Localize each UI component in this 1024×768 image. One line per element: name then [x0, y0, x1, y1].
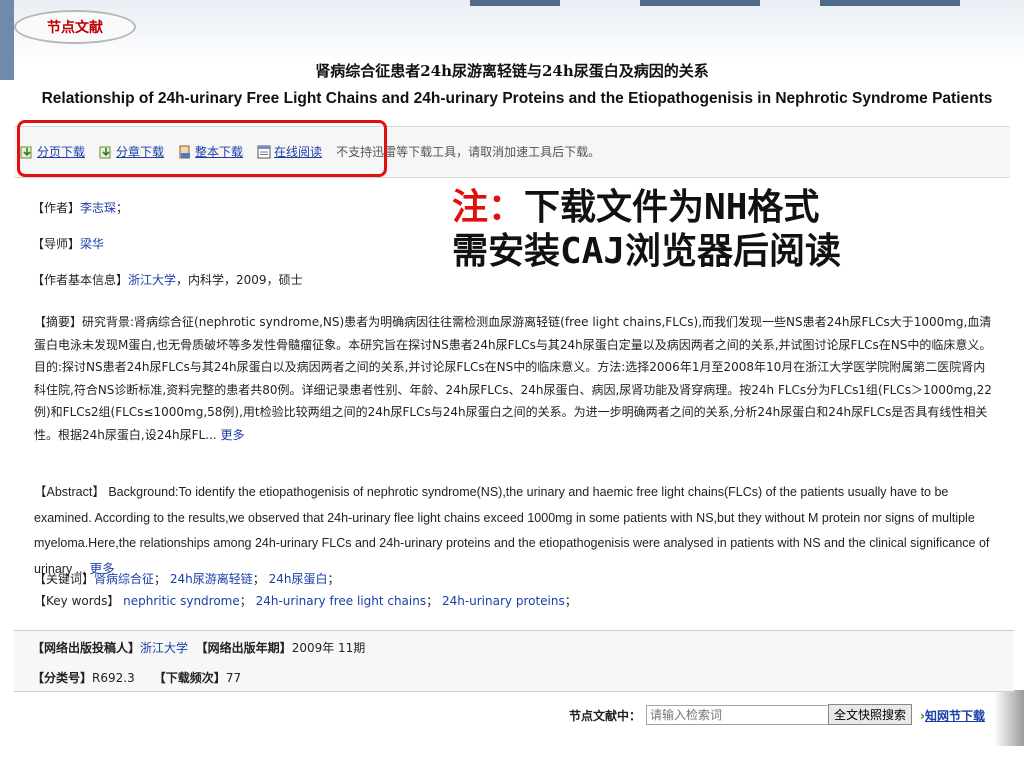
- publication-row: 【网络出版投稿人】浙江大学 【网络出版年期】2009年 11期: [32, 641, 366, 655]
- publication-info: 【网络出版投稿人】浙江大学 【网络出版年期】2009年 11期 【分类号】R69…: [14, 630, 1014, 692]
- classification-row: 【分类号】R692.3 【下载频次】77: [32, 671, 242, 685]
- keyword-link[interactable]: 24h-urinary proteins: [442, 594, 565, 608]
- title-english: Relationship of 24h-urinary Free Light C…: [41, 90, 993, 107]
- keyword-link[interactable]: 肾病综合征: [94, 572, 154, 586]
- article-meta: 【作者】李志琛； 【导师】梁华 【作者基本信息】浙江大学，内科学，2009，硕士: [32, 198, 303, 306]
- format-note-line2: 需安装CAJ浏览器后阅读: [452, 231, 842, 272]
- submitter-link[interactable]: 浙江大学: [140, 641, 188, 655]
- keyword-link[interactable]: 24h尿蛋白: [269, 572, 328, 586]
- keywords-block: 【关键词】肾病综合征； 24h尿游离轻链； 24h尿蛋白； 【Key words…: [34, 568, 577, 612]
- background-decor: [640, 0, 760, 6]
- abstract-english: 【Abstract】 Background:To identify the et…: [34, 485, 990, 576]
- background-decor: [820, 0, 960, 6]
- keywords-en-row: 【Key words】 nephritic syndrome； 24h-urin…: [34, 594, 577, 608]
- search-bar: 节点文献中： 全文快照搜索 ›知网节下载: [14, 700, 1014, 730]
- keyword-link[interactable]: nephritic syndrome: [123, 594, 240, 608]
- school-link[interactable]: 浙江大学: [128, 273, 176, 287]
- search-label: 节点文献中：: [569, 709, 642, 723]
- format-note-line1: 注：下载文件为NH格式: [452, 187, 820, 228]
- title-chinese: 肾病综合征患者24h尿游离轻链与24h尿蛋白及病因的关系: [315, 62, 709, 80]
- search-input[interactable]: [646, 705, 830, 725]
- advisor-link[interactable]: 梁华: [80, 237, 104, 251]
- cnki-node-download-link[interactable]: 知网节下载: [925, 709, 985, 723]
- keywords-cn-row: 【关键词】肾病综合征； 24h尿游离轻链； 24h尿蛋白；: [34, 572, 340, 586]
- highlight-outline: [17, 120, 387, 177]
- author-row: 【作者】李志琛；: [32, 201, 129, 215]
- author-link[interactable]: 李志琛: [80, 201, 116, 215]
- advisor-row: 【导师】梁华: [32, 237, 105, 251]
- cnki-download-link-wrap: ›知网节下载: [920, 709, 985, 723]
- abstract-more-link[interactable]: 更多: [220, 428, 244, 442]
- fulltext-search-button[interactable]: 全文快照搜索: [828, 704, 913, 725]
- keyword-link[interactable]: 24h尿游离轻链: [170, 572, 253, 586]
- node-literature-badge: 节点文献: [14, 10, 136, 44]
- format-note-overlay: 注：下载文件为NH格式 需安装CAJ浏览器后阅读: [452, 186, 841, 274]
- keyword-link[interactable]: 24h-urinary free light chains: [256, 594, 427, 608]
- abstract-chinese: 【摘要】研究背景:肾病综合征(nephrotic syndrome,NS)患者为…: [34, 315, 992, 442]
- author-info-row: 【作者基本信息】浙江大学，内科学，2009，硕士: [32, 273, 303, 287]
- background-decor: [470, 0, 560, 6]
